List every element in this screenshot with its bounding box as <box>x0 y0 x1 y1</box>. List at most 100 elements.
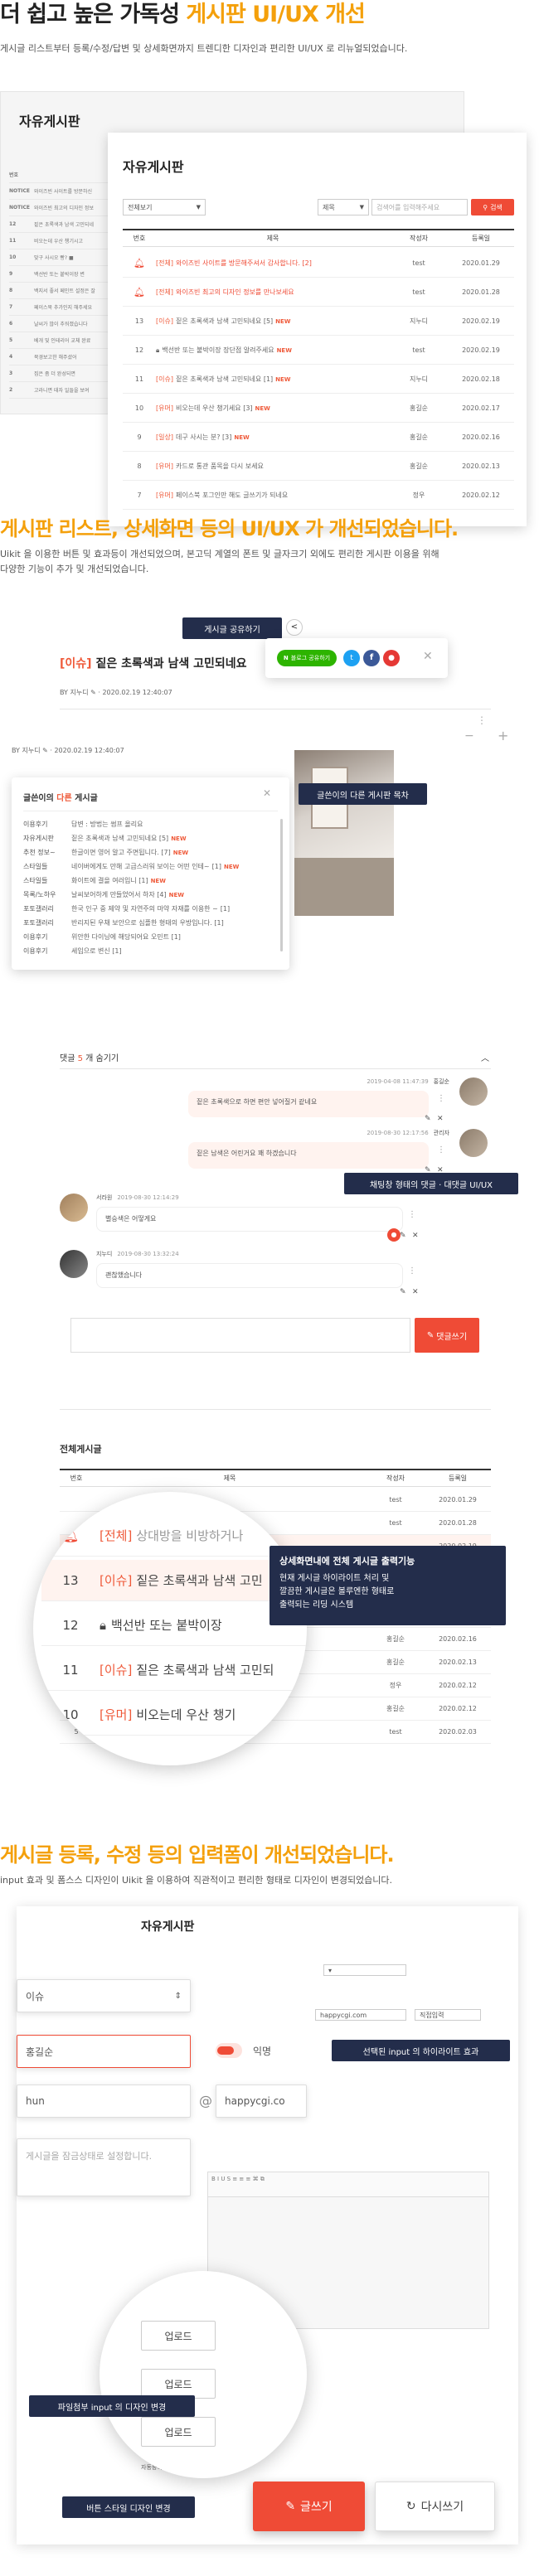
row-num: 12 <box>134 346 144 354</box>
old-table-row[interactable]: 5 베개 및 인테리어 교체 완료 <box>9 332 109 349</box>
zoom-row[interactable]: 11 [이슈] 짙은 초록색과 남색 고민되 <box>41 1649 307 1691</box>
zoom-out-icon[interactable]: − <box>464 729 474 743</box>
search-button[interactable]: ⚲ 검색 <box>471 199 514 215</box>
edit-icon[interactable]: ✎ <box>400 1288 406 1296</box>
other-post-item[interactable]: 목록/노하우 날씨보어하게 만들었어서 하자 [4] NEW <box>23 888 265 902</box>
table-row[interactable]: 12 🔒︎ 백선반 또는 붙박이장 장단점 알려주세요 NEW test 2020.02.… <box>123 336 514 365</box>
close-icon[interactable]: ✕ <box>423 650 433 663</box>
email-input[interactable]: happycgi.co <box>216 2085 307 2118</box>
old-table-row[interactable]: 6 날씨가 많이 추워졌습니다 <box>9 316 109 332</box>
row-date: 2020.02.17 <box>462 404 500 412</box>
delete-icon[interactable]: ✕ <box>412 1232 419 1240</box>
table-row[interactable]: 9 [일상] 데구 사시는 분? [3] NEW 홍길순 2020.02.16 <box>123 423 514 452</box>
other-post-item[interactable]: 자유게시판 짙은 초록색과 남색 고민되네요 [5] NEW <box>23 831 265 845</box>
other-post-item[interactable]: 이용후기 답변 : 방법는 썸프 올리요 <box>23 817 265 831</box>
old-table-row[interactable]: 8 백지서 좋서 페인트 설정은 잘 <box>9 283 109 299</box>
upload-button[interactable]: 업로드 <box>141 2321 216 2351</box>
other-post-item[interactable]: 이용후기 위안한 다이닝에 해당되어요 오민트 [1] <box>23 930 265 944</box>
close-icon[interactable]: ✕ <box>263 787 271 799</box>
anon-toggle[interactable] <box>216 2043 242 2058</box>
edit-icon: ✎ <box>90 689 96 696</box>
rewrite-button[interactable]: ↻ 다시쓰기 <box>375 2482 495 2531</box>
old-table-row[interactable]: 7 페이스북 추가인지 해주세요 <box>9 299 109 316</box>
old-table-row[interactable]: 12 짙은 초록색과 남색 고민되네 <box>9 216 109 233</box>
other-post-title: 위안한 다이닝에 해당되어요 오민트 [1] <box>71 932 265 942</box>
old-table-row[interactable]: 2 고라니면 태자 일들을 보여 <box>9 382 109 399</box>
other-post-item[interactable]: 포토갤러리 한국 인구 중 제약 및 자연주의 마약 자재를 이용한 ~ [1] <box>23 902 265 916</box>
zoom-row[interactable]: 13 [이슈] 짙은 초록색과 남색 고민 <box>41 1560 307 1601</box>
filter-select[interactable]: 전체보기 ▼ <box>123 199 206 215</box>
edit-icon[interactable]: ✎ <box>425 1115 431 1123</box>
old-table-row[interactable]: NOTICE 와이즈빈 최고의 디자인 정보 <box>9 200 109 216</box>
zoom-row[interactable]: 🔔︎ [전체] 상대방을 비방하거나 <box>41 1515 307 1557</box>
zoom-row-title-text: 비오는데 우산 챙기 <box>136 1707 236 1722</box>
delete-icon[interactable]: ✕ <box>437 1115 444 1123</box>
write-button[interactable]: ✎ 글쓰기 <box>253 2482 365 2531</box>
mini-category[interactable]: ▾ <box>323 1964 406 1976</box>
category-select[interactable]: 이슈 ⇕ <box>17 1979 191 2012</box>
old-table-row[interactable]: 번호 <box>9 167 109 183</box>
comment-textarea[interactable] <box>70 1318 410 1353</box>
search-input[interactable]: 검색어를 입력해주세요 <box>371 199 468 215</box>
more-icon[interactable]: ⋮ <box>408 1210 416 1219</box>
old-table-row[interactable]: 4 북경보고한 해주셨어 <box>9 349 109 366</box>
chevron-down-icon: ▼ <box>196 204 201 211</box>
other-post-item[interactable]: 스타일들 네이버에게도 만해 고급스러워 보이는 어떤 인테~ [1] NEW <box>23 859 265 874</box>
comment-submit-button[interactable]: ✎ 댓글쓰기 <box>415 1318 479 1353</box>
search-field-select[interactable]: 제목 ▼ <box>318 199 369 215</box>
zoom-in-icon[interactable]: + <box>498 728 508 743</box>
other-post-item[interactable]: 스타일들 화이트에 결을 여러입니 [1] NEW <box>23 874 265 888</box>
upload-button[interactable]: 업로드 <box>141 2369 216 2399</box>
table-row[interactable]: 🔔︎ [전체] 와이즈빈 최고의 디자인 정보를 만나보세요 test 2020.01.… <box>123 278 514 307</box>
share-icon[interactable]: < <box>286 619 303 636</box>
table-row[interactable]: 13 [이슈] 짙은 초록색과 남색 고민되네요 [5] NEW 지누디 2020.02.… <box>123 307 514 336</box>
table-row[interactable]: 10 [유머] 비오는데 우산 챙기세요 [3] NEW 홍길순 2020.02.17 <box>123 394 514 423</box>
table-row[interactable]: 11 [이슈] 짙은 초록색과 남색 고민되네요 [1] NEW 지누디 2020.02.… <box>123 365 514 394</box>
password-input[interactable]: 게시글을 잠금상태로 설정합니다. <box>17 2138 191 2196</box>
other-post-item[interactable]: 추천 정보~ 한글이면 영어 알고 주면됩니다. [7] NEW <box>23 845 265 859</box>
other-post-item[interactable]: 이용후기 세입으로 변신 [1] <box>23 944 265 958</box>
cabinet-shape <box>294 858 394 916</box>
chevron-up-icon[interactable]: ︿ <box>481 1051 489 1063</box>
old-table-row[interactable]: 11 비오는데 우산 챙기시고 <box>9 233 109 249</box>
file-input-label: 파일첨부 input 의 디자인 변경 <box>29 2395 195 2417</box>
mini-select[interactable]: 직접입력 <box>415 2009 481 2021</box>
comment-bubble: 짙은 초록색으로 하면 편안 넣어질거 같네요 <box>188 1091 429 1117</box>
id-input[interactable]: hun <box>17 2085 191 2118</box>
table-row[interactable]: 8 [유머] 카드로 통관 품목을 다시 보세요 홍길순 2020.02.13 <box>123 452 514 481</box>
edit-icon[interactable]: ✎ <box>400 1232 406 1240</box>
table-row[interactable]: 7 [유머] 페이스북 포그인만 해도 글쓰기가 되네요 정우 2020.02.12 <box>123 481 514 510</box>
other-posts-title: 글쓴이의 다른 게시글 <box>23 791 98 803</box>
more-icon[interactable]: ⋮ <box>408 1266 416 1276</box>
blog-share-button[interactable]: N 블로그 공유하기 <box>277 650 337 666</box>
upload-button[interactable]: 업로드 <box>141 2417 216 2447</box>
table-row[interactable]: 🔔︎ [전체] 와이즈빈 사이트를 방문해주셔서 감사합니다. [2] test 202… <box>123 249 514 278</box>
more-icon[interactable]: ⋮ <box>437 1094 445 1103</box>
twitter-icon[interactable]: t <box>343 650 360 666</box>
popup-scrollbar[interactable] <box>280 819 283 951</box>
row-date: 2020.01.29 <box>462 259 500 267</box>
other-post-board: 스타일들 <box>23 863 48 870</box>
facebook-icon[interactable]: f <box>363 650 380 666</box>
other-post-item[interactable]: 포토갤러리 반리지된 우채 보안으로 심플한 형태의 우방입니다. [1] <box>23 916 265 930</box>
old-table-row[interactable]: NOTICE 와이즈빈 사이트를 방문하신 <box>9 183 109 200</box>
row-date: 2020.02.16 <box>462 433 500 441</box>
zoom-row[interactable]: 10 [유머] 비오는데 우산 챙기 <box>41 1694 307 1736</box>
reply-badge[interactable]: ● <box>387 1228 401 1242</box>
old-table-row[interactable]: 9 백선반 또는 붙박이장 변 <box>9 266 109 283</box>
more-icon[interactable]: ⋮ <box>477 714 487 726</box>
more-icon[interactable]: ⋮ <box>437 1145 445 1155</box>
row-title-text: 데구 사시는 분? [3] <box>175 433 232 441</box>
comment-meta: 2019-04-08 11:47:39 홍길순 <box>367 1077 449 1086</box>
editor-toolbar: B I U S ≡ ≡ ≡ ⌘ ⧉ <box>208 2172 488 2197</box>
comments-toggle[interactable]: 개 숨기기 <box>85 1054 119 1063</box>
old-table-row[interactable]: 10 맞구 사시오 빵? ■ <box>9 249 109 266</box>
mini-email[interactable]: happycgi.com <box>315 2009 406 2021</box>
name-input[interactable]: 홍길순 <box>17 2035 191 2068</box>
other-post-title-text: 반리지된 우채 보안으로 심플한 형태의 우방입니다. [1] <box>71 919 224 927</box>
zoom-row[interactable]: 12 🔒︎ 백선반 또는 붙박이장 <box>41 1605 307 1646</box>
old-table-row[interactable]: 3 집은 좀 더 완성되면 <box>9 366 109 382</box>
other-post-title-text: 위안한 다이닝에 해당되어요 오민트 [1] <box>71 933 181 941</box>
kakao-icon[interactable]: ● <box>383 650 400 666</box>
delete-icon[interactable]: ✕ <box>412 1288 419 1296</box>
